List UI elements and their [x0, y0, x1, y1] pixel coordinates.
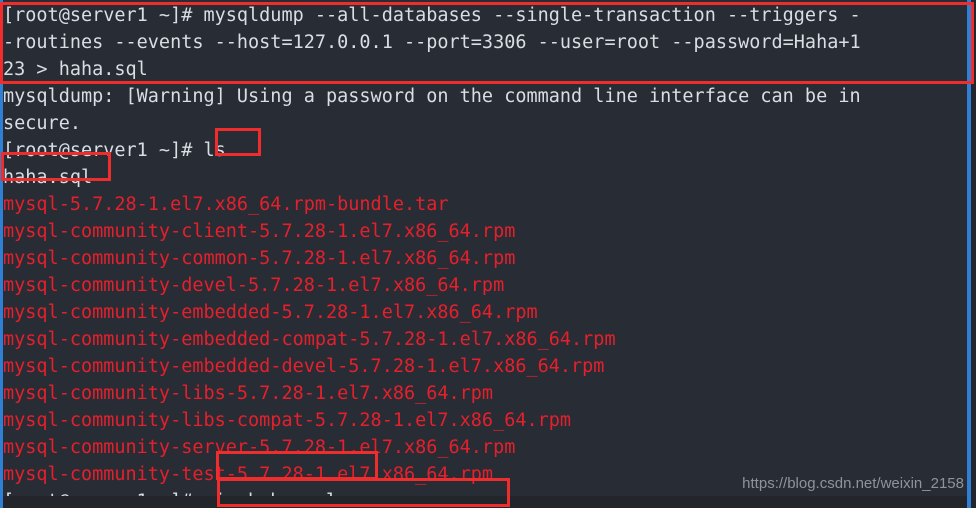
terminal-line: mysql-community-libs-5.7.28-1.el7.x86_64…: [3, 383, 494, 404]
window-right-edge: [967, 0, 971, 508]
terminal-line: mysql-community-server-5.7.28-1.el7.x86_…: [3, 437, 516, 458]
terminal-line: mysqldump: [Warning] Using a password on…: [3, 86, 861, 107]
terminal-line: 23 > haha.sql: [3, 59, 148, 80]
window-right-gutter: [971, 0, 976, 508]
window-left-edge: [0, 0, 3, 508]
terminal-line: mysql-community-libs-compat-5.7.28-1.el7…: [3, 410, 572, 431]
terminal-line: [root@server1 ~]# ls: [3, 140, 226, 161]
terminal-line: secure.: [3, 113, 81, 134]
terminal-line: -routines --events --host=127.0.0.1 --po…: [3, 32, 861, 53]
window-bottom-strip: [0, 496, 976, 508]
terminal-line: mysql-community-embedded-devel-5.7.28-1.…: [3, 356, 605, 377]
terminal-line: mysql-community-devel-5.7.28-1.el7.x86_6…: [3, 275, 505, 296]
terminal-line: mysql-community-embedded-compat-5.7.28-1…: [3, 329, 616, 350]
terminal-line: mysql-community-test-5.7.28-1.el7.x86_64…: [3, 464, 494, 485]
terminal-line: mysql-community-embedded-5.7.28-1.el7.x8…: [3, 302, 538, 323]
terminal-window[interactable]: [root@server1 ~]# mysqldump --all-databa…: [0, 0, 976, 508]
terminal-screen[interactable]: [root@server1 ~]# mysqldump --all-databa…: [3, 0, 967, 508]
terminal-line: mysql-5.7.28-1.el7.x86_64.rpm-bundle.tar: [3, 194, 449, 215]
terminal-line: mysql-community-common-5.7.28-1.el7.x86_…: [3, 248, 516, 269]
terminal-line: [root@server1 ~]# mysqldump --all-databa…: [3, 5, 861, 26]
terminal-line: haha.sql: [3, 167, 93, 188]
watermark-text: https://blog.csdn.net/weixin_2158: [742, 475, 964, 492]
terminal-line: mysql-community-client-5.7.28-1.el7.x86_…: [3, 221, 516, 242]
